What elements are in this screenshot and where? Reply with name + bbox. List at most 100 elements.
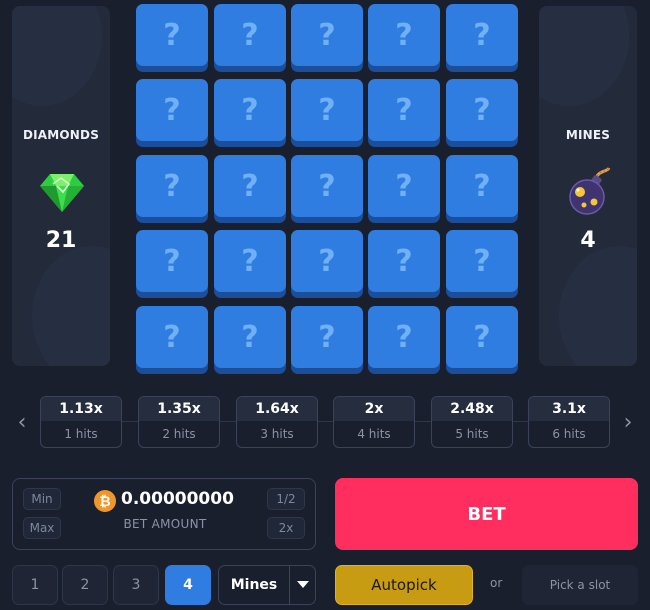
grid-tile[interactable]: ? [368, 155, 440, 217]
payout-hits-label: 5 hits [455, 427, 489, 441]
payouts-divider [40, 421, 610, 422]
payout-hits-label: 6 hits [552, 427, 586, 441]
question-mark-icon: ? [473, 243, 491, 279]
question-mark-icon: ? [163, 243, 181, 279]
grid-tile[interactable]: ? [291, 79, 363, 141]
payout-box: 1.35x 2 hits [138, 396, 220, 448]
grid-tile[interactable]: ? [291, 230, 363, 292]
grid-tile[interactable]: ? [136, 79, 208, 141]
question-mark-icon: ? [241, 168, 259, 204]
chevron-right-icon: › [623, 409, 633, 435]
mines-dropdown[interactable]: Mines [218, 565, 316, 605]
mines-panel: MINES 4 [539, 6, 637, 366]
mine-count-option-selected[interactable]: 4 [165, 565, 211, 605]
mine-count-option[interactable]: 3 [113, 565, 159, 605]
grid-tile[interactable]: ? [136, 155, 208, 217]
question-mark-icon: ? [163, 319, 181, 355]
diamond-icon [40, 174, 84, 212]
or-text: or [490, 576, 503, 590]
mines-dropdown-label: Mines [230, 577, 278, 593]
mine-count-option[interactable]: 2 [62, 565, 108, 605]
caret-down-icon [289, 566, 315, 604]
payouts-prev-button[interactable]: ‹ [12, 409, 32, 435]
question-mark-icon: ? [318, 243, 336, 279]
tile-grid: ? ? ? ? ? ? ? ? ? ? ? ? ? ? ? ? ? ? ? ? … [134, 4, 518, 374]
grid-tile[interactable]: ? [136, 230, 208, 292]
panel-decoration [32, 246, 110, 366]
pick-slot-hint: Pick a slot [522, 565, 638, 605]
grid-tile[interactable]: ? [446, 4, 518, 66]
payout-hits-label: 2 hits [162, 427, 196, 441]
grid-tile[interactable]: ? [446, 306, 518, 368]
grid-tile[interactable]: ? [136, 4, 208, 66]
grid-tile[interactable]: ? [291, 4, 363, 66]
bitcoin-icon: ₿ [94, 490, 116, 512]
grid-tile[interactable]: ? [368, 4, 440, 66]
question-mark-icon: ? [395, 17, 413, 53]
mines-count: 4 [580, 228, 596, 253]
question-mark-icon: ? [395, 168, 413, 204]
grid-tile[interactable]: ? [368, 79, 440, 141]
payouts-next-button[interactable]: › [618, 409, 638, 435]
grid-tile[interactable]: ? [446, 155, 518, 217]
grid-tile[interactable]: ? [368, 306, 440, 368]
grid-tile[interactable]: ? [214, 306, 286, 368]
grid-tile[interactable]: ? [291, 306, 363, 368]
half-bet-button[interactable]: 1/2 [267, 488, 305, 510]
panel-decoration [559, 246, 637, 366]
grid-tile[interactable]: ? [446, 230, 518, 292]
question-mark-icon: ? [473, 319, 491, 355]
question-mark-icon: ? [395, 243, 413, 279]
grid-tile[interactable]: ? [136, 306, 208, 368]
question-mark-icon: ? [318, 319, 336, 355]
payout-hits-label: 1 hits [64, 427, 98, 441]
panel-decoration [539, 6, 629, 106]
grid-tile[interactable]: ? [214, 79, 286, 141]
diamonds-title: DIAMONDS [22, 128, 100, 142]
payout-hits-label: 4 hits [357, 427, 391, 441]
question-mark-icon: ? [318, 92, 336, 128]
question-mark-icon: ? [163, 168, 181, 204]
panel-decoration [12, 6, 102, 106]
payout-multiplier: 2.48x [432, 397, 512, 421]
question-mark-icon: ? [473, 92, 491, 128]
payout-multiplier: 1.13x [41, 397, 121, 421]
payout-multiplier: 2x [334, 397, 414, 421]
grid-tile[interactable]: ? [368, 230, 440, 292]
payout-multiplier: 1.64x [237, 397, 317, 421]
question-mark-icon: ? [473, 17, 491, 53]
min-bet-button[interactable]: Min [23, 488, 61, 510]
question-mark-icon: ? [473, 168, 491, 204]
question-mark-icon: ? [318, 168, 336, 204]
bet-amount-input[interactable]: 0.00000000 [121, 489, 234, 509]
payout-box: 2.48x 5 hits [431, 396, 513, 448]
question-mark-icon: ? [163, 92, 181, 128]
mines-title: MINES [565, 128, 611, 142]
grid-tile[interactable]: ? [214, 155, 286, 217]
grid-tile[interactable]: ? [291, 155, 363, 217]
bet-button[interactable]: BET [335, 478, 638, 550]
question-mark-icon: ? [241, 17, 259, 53]
question-mark-icon: ? [163, 17, 181, 53]
mine-count-option[interactable]: 1 [12, 565, 58, 605]
payout-multiplier: 3.1x [529, 397, 609, 421]
payout-box: 1.13x 1 hits [40, 396, 122, 448]
question-mark-icon: ? [241, 319, 259, 355]
question-mark-icon: ? [318, 17, 336, 53]
payout-hits-label: 3 hits [260, 427, 294, 441]
question-mark-icon: ? [395, 319, 413, 355]
autopick-button[interactable]: Autopick [335, 565, 473, 605]
diamonds-panel: DIAMONDS 21 [12, 6, 110, 366]
payout-multiplier: 1.35x [139, 397, 219, 421]
grid-tile[interactable]: ? [214, 230, 286, 292]
question-mark-icon: ? [241, 92, 259, 128]
grid-tile[interactable]: ? [214, 4, 286, 66]
payout-box: 1.64x 3 hits [236, 396, 318, 448]
double-bet-button[interactable]: 2x [267, 517, 305, 539]
grid-tile[interactable]: ? [446, 79, 518, 141]
question-mark-icon: ? [241, 243, 259, 279]
payout-box: 2x 4 hits [333, 396, 415, 448]
chevron-left-icon: ‹ [17, 409, 27, 435]
payout-box: 3.1x 6 hits [528, 396, 610, 448]
bet-amount-panel: Min Max ₿ 0.00000000 BET AMOUNT 1/2 2x [12, 478, 316, 550]
